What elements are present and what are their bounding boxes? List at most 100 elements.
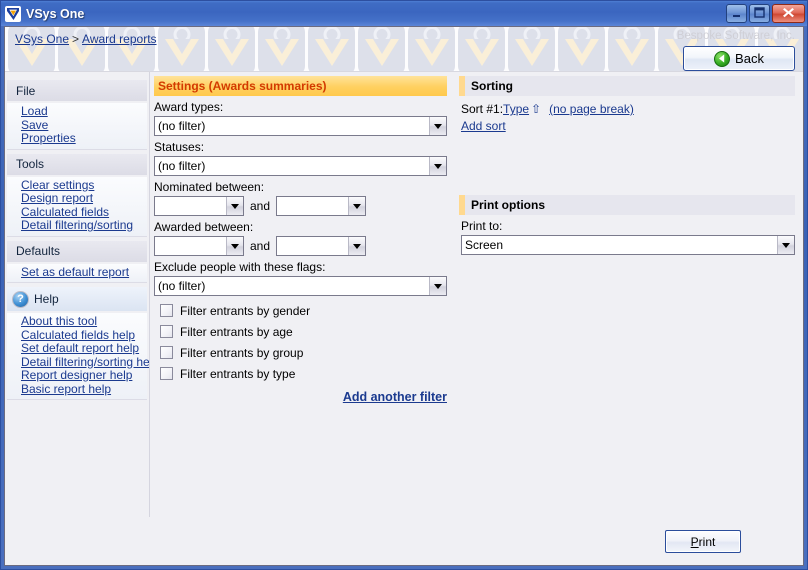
watermark-v-inner <box>322 39 341 54</box>
sidebar-group-title: Help <box>34 292 59 306</box>
awarded-to-combo[interactable] <box>276 236 367 256</box>
sidebar-item-basic-report-help[interactable]: Basic report help <box>7 382 147 397</box>
breadcrumb: VSys One > Award reports <box>15 32 157 46</box>
awarded-from-combo[interactable] <box>154 236 244 256</box>
application-window: VSys One VSys One > Award reports Bespok… <box>0 0 808 570</box>
close-button[interactable] <box>772 4 805 23</box>
statuses-label: Statuses: <box>154 140 205 154</box>
add-sort-link[interactable]: Add sort <box>461 119 506 133</box>
filter-by-age-checkbox[interactable] <box>160 325 173 338</box>
sidebar-group-defaults: Set as default report <box>7 263 147 283</box>
nominated-between-label: Nominated between: <box>154 180 265 194</box>
watermark-v-inner <box>472 39 491 54</box>
chevron-down-icon[interactable] <box>348 237 366 255</box>
watermark-v-inner <box>272 39 291 54</box>
sort-entry-1: Sort #1:Type ⇧ (no page break) <box>455 96 803 116</box>
nominated-and-label: and <box>250 199 271 213</box>
banner-watermark-tile <box>308 27 355 71</box>
awarded-between-field: Awarded between: and <box>150 216 455 256</box>
filter-by-group-row[interactable]: Filter entrants by group <box>150 342 455 363</box>
back-arrow-icon <box>714 50 731 67</box>
chevron-down-icon[interactable] <box>429 117 446 135</box>
nominated-to-combo[interactable] <box>276 196 367 216</box>
back-button-label: Back <box>735 51 764 66</box>
back-button[interactable]: Back <box>683 46 795 71</box>
print-button[interactable]: Print <box>665 530 741 553</box>
statuses-field: Statuses: (no filter) <box>150 136 455 176</box>
chevron-down-icon[interactable] <box>226 237 243 255</box>
minimize-button[interactable] <box>726 4 747 23</box>
sidebar-item-calculated-fields[interactable]: Calculated fields <box>7 205 147 220</box>
sidebar-group-header-defaults: Defaults <box>7 240 147 262</box>
filter-by-age-row[interactable]: Filter entrants by age <box>150 321 455 342</box>
chevron-down-icon[interactable] <box>777 236 794 254</box>
exclude-flags-value: (no filter) <box>158 279 206 293</box>
award-types-label: Award types: <box>154 100 224 114</box>
print-to-combo[interactable]: Screen <box>461 235 795 255</box>
sidebar-item-load[interactable]: Load <box>7 104 147 119</box>
print-to-field: Print to: Screen <box>455 215 803 255</box>
banner-watermark-tile <box>208 27 255 71</box>
sidebar-item-properties[interactable]: Properties <box>7 131 147 146</box>
filter-by-group-checkbox[interactable] <box>160 346 173 359</box>
breadcrumb-root-link[interactable]: VSys One <box>15 32 69 46</box>
statuses-combo[interactable]: (no filter) <box>154 156 447 176</box>
chevron-down-icon[interactable] <box>226 197 243 215</box>
arrow-up-icon[interactable]: ⇧ <box>531 102 541 116</box>
print-to-value: Screen <box>465 238 504 252</box>
exclude-flags-combo[interactable]: (no filter) <box>154 276 447 296</box>
add-sort-container: Add sort <box>455 116 803 133</box>
sidebar-item-detail-filtering-sorting[interactable]: Detail filtering/sorting <box>7 218 147 233</box>
sorting-header: Sorting <box>459 76 795 96</box>
sidebar-group-title: File <box>16 83 36 98</box>
exclude-flags-label: Exclude people with these flags: <box>154 260 326 274</box>
filter-by-group-label: Filter entrants by group <box>180 345 304 360</box>
nominated-from-combo[interactable] <box>154 196 244 216</box>
sidebar-group-tools: Clear settings Design report Calculated … <box>7 176 147 237</box>
body-split: File Load Save Properties Tools Clear se… <box>5 72 803 517</box>
chevron-down-icon[interactable] <box>348 197 366 215</box>
exclude-flags-field: Exclude people with these flags: (no fil… <box>150 256 455 296</box>
sidebar-item-set-as-default-report[interactable]: Set as default report <box>7 265 147 280</box>
filter-by-gender-checkbox[interactable] <box>160 304 173 317</box>
sidebar-item-about-this-tool[interactable]: About this tool <box>7 314 147 329</box>
statuses-value: (no filter) <box>158 159 206 173</box>
sidebar-item-report-designer-help[interactable]: Report designer help <box>7 368 147 383</box>
filter-by-gender-row[interactable]: Filter entrants by gender <box>150 300 455 321</box>
awarded-and-label: and <box>250 239 271 253</box>
watermark-v-inner <box>572 39 591 54</box>
sidebar-item-save[interactable]: Save <box>7 118 147 133</box>
sidebar-group-header-help: ? Help <box>7 287 147 311</box>
add-another-filter-link[interactable]: Add another filter <box>343 390 447 404</box>
awarded-between-label: Awarded between: <box>154 220 254 234</box>
footer-bar: Print <box>5 517 803 565</box>
maximize-icon <box>754 6 765 21</box>
page-break-link[interactable]: (no page break) <box>549 102 634 116</box>
window-title: VSys One <box>26 6 85 21</box>
maximize-button[interactable] <box>749 4 770 23</box>
banner-watermark-tile <box>558 27 605 71</box>
chevron-down-icon[interactable] <box>429 277 446 295</box>
client-area: VSys One > Award reports Bespoke Software,… <box>4 26 804 566</box>
filter-by-type-checkbox[interactable] <box>160 367 173 380</box>
chevron-down-icon[interactable] <box>429 157 446 175</box>
sidebar-group-header-file: File <box>7 80 147 101</box>
award-types-value: (no filter) <box>158 119 206 133</box>
award-types-combo[interactable]: (no filter) <box>154 116 447 136</box>
filter-by-type-label: Filter entrants by type <box>180 366 296 381</box>
minimize-icon <box>732 7 741 21</box>
award-types-field: Award types: (no filter) <box>150 96 455 136</box>
sort-field-link[interactable]: Type <box>503 102 529 116</box>
sidebar-item-set-default-report-help[interactable]: Set default report help <box>7 341 147 356</box>
sidebar-item-clear-settings[interactable]: Clear settings <box>7 178 147 193</box>
sidebar-item-calculated-fields-help[interactable]: Calculated fields help <box>7 328 147 343</box>
title-bar: VSys One <box>1 1 807 26</box>
breadcrumb-current-link[interactable]: Award reports <box>82 32 156 46</box>
filter-by-type-row[interactable]: Filter entrants by type <box>150 363 455 384</box>
sidebar-item-detail-filtering-sorting-help[interactable]: Detail filtering/sorting help <box>7 355 149 370</box>
sorting-and-print-panel: Sorting Sort #1:Type ⇧ (no page break) Add… <box>455 72 803 517</box>
sidebar-group-title: Tools <box>16 157 45 171</box>
sidebar-item-design-report[interactable]: Design report <box>7 191 147 206</box>
watermark-v-inner <box>222 39 241 54</box>
nominated-between-field: Nominated between: and <box>150 176 455 216</box>
